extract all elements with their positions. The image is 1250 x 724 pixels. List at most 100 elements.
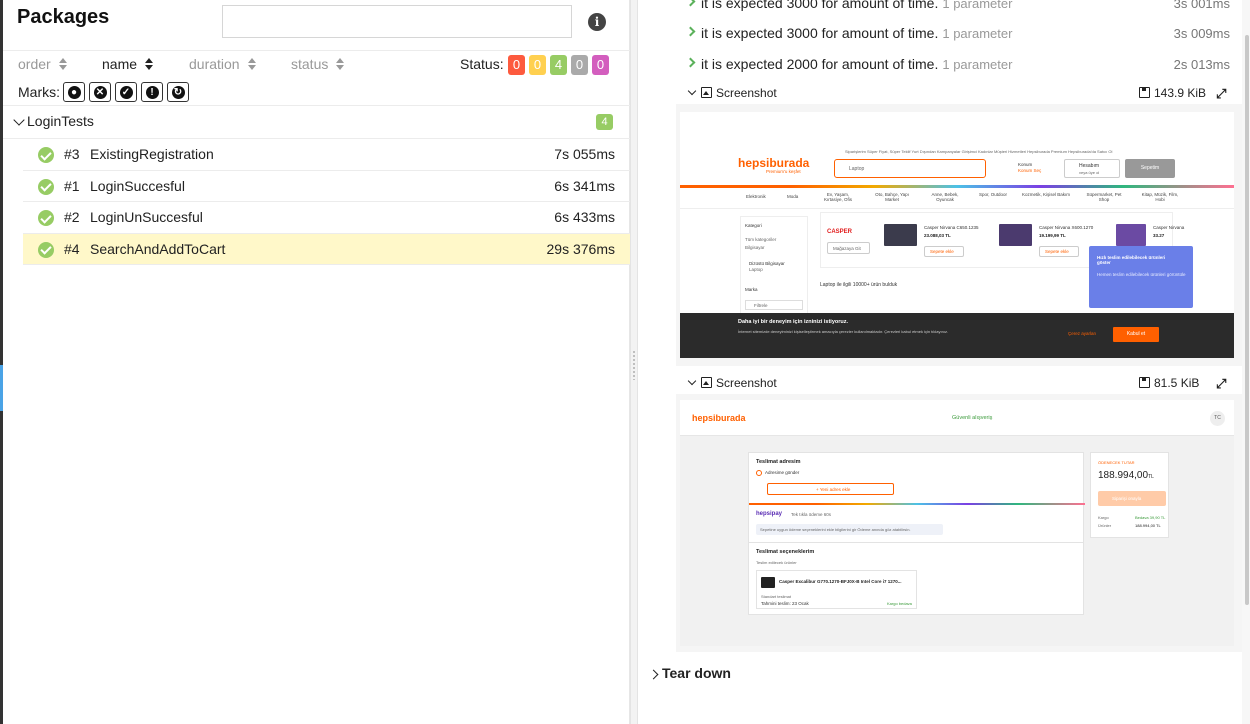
- test-name: LoginUnSuccesful: [90, 209, 203, 225]
- test-name: LoginSuccesful: [90, 177, 185, 194]
- step-row[interactable]: it is expected 3000 for amount of time. 1…: [685, 23, 1232, 43]
- page-title: Packages: [17, 6, 110, 28]
- hb-cookie-banner: Daha iyi bir deneyim için izninizi istiy…: [680, 313, 1234, 358]
- sort-order[interactable]: order: [18, 56, 68, 72]
- status-badge-unknown[interactable]: 0: [592, 55, 609, 75]
- step-name: it is expected 3000 for amount of time.: [701, 25, 939, 41]
- attachment-title: Screenshot: [716, 86, 777, 100]
- check-circle-icon: [38, 178, 54, 195]
- step-row[interactable]: it is expected 2000 for amount of time. 1…: [685, 54, 1232, 74]
- test-row[interactable]: #1 LoginSuccesful 6s 341ms: [23, 171, 630, 202]
- mark-retries-button[interactable]: ↻: [167, 82, 189, 102]
- allure-report-app: Packages i order name duration status St…: [0, 0, 1250, 724]
- chevron-right-icon: [685, 0, 696, 7]
- sort-status[interactable]: status: [291, 56, 345, 72]
- hb-filter: Kategori Tüm kategoriler Bilgisayar Dizü…: [740, 216, 808, 316]
- sort-arrows-icon: [336, 58, 345, 70]
- step-name: it is expected 2000 for amount of time.: [701, 56, 939, 72]
- refresh-icon: ↻: [171, 85, 185, 99]
- step-duration: 3s 001ms: [1173, 0, 1230, 11]
- attachment-title: Screenshot: [716, 376, 777, 390]
- attachment-size: 143.9 KiB: [1154, 86, 1207, 100]
- divider: [3, 50, 630, 51]
- hb-gradient-bar: [680, 185, 1234, 188]
- step-param: 1 parameter: [942, 0, 1013, 11]
- test-row-selected[interactable]: #4 SearchAndAddToCart 29s 376ms: [23, 233, 630, 265]
- attachment-preview: hepsiburada Güvenli alışveriş TC Teslima…: [676, 394, 1246, 652]
- hb-cart: Sepetim: [1125, 159, 1175, 178]
- scrollbar[interactable]: [1242, 0, 1250, 724]
- mark-new-failed-button[interactable]: ✕: [89, 82, 111, 102]
- test-number: #2: [64, 209, 80, 225]
- address-card: Teslimat adresim Adresime gönder + Yeni …: [748, 452, 1085, 556]
- pane-splitter[interactable]: [630, 0, 638, 724]
- image-icon: [701, 377, 712, 388]
- laptop-image: [761, 577, 775, 588]
- chevron-down-icon: [13, 114, 25, 126]
- status-label: Status:: [460, 56, 504, 72]
- mark-new-passed-button[interactable]: ✓: [115, 82, 137, 102]
- laptop-image: [1116, 224, 1146, 246]
- marks-label: Marks:: [18, 84, 60, 100]
- side-accent: [0, 365, 3, 411]
- test-name: SearchAndAddToCart: [90, 240, 226, 257]
- avatar: TC: [1210, 411, 1225, 426]
- hb-account: Hesabım veya üye ol: [1064, 159, 1120, 178]
- screenshot-image[interactable]: hepsiburada Güvenli alışveriş TC Teslima…: [680, 400, 1234, 646]
- status-badge-broken[interactable]: 0: [529, 55, 546, 75]
- attachment-header[interactable]: Screenshot 143.9 KiB ⤢: [684, 85, 1234, 105]
- sort-arrows-icon: [58, 58, 68, 70]
- step-duration: 2s 013ms: [1173, 57, 1230, 72]
- info-icon[interactable]: i: [588, 13, 606, 31]
- test-row[interactable]: #3 ExistingRegistration 7s 055ms: [23, 139, 630, 171]
- mark-flaky-button[interactable]: ●: [63, 82, 85, 102]
- screenshot-image[interactable]: Siparişlerim Süper Fiyat, Süper Teklif Y…: [680, 112, 1234, 358]
- check-circle-icon: ✓: [119, 85, 133, 99]
- test-row[interactable]: #2 LoginUnSuccesful 6s 433ms: [23, 202, 630, 234]
- test-number: #1: [64, 177, 80, 194]
- laptop-image: [999, 224, 1032, 246]
- check-circle-icon: [38, 210, 54, 226]
- status-badge-passed[interactable]: 4: [550, 55, 567, 75]
- save-icon[interactable]: [1139, 377, 1150, 388]
- check-circle-icon: [38, 147, 54, 163]
- times-circle-icon: ✕: [93, 85, 107, 99]
- test-list: #3 ExistingRegistration 7s 055ms #1 Logi…: [23, 139, 630, 265]
- hb-popup: Hızlı teslim edilebilecek ürünleri göste…: [1089, 246, 1193, 308]
- test-number: #3: [64, 146, 80, 162]
- test-name: ExistingRegistration: [90, 146, 214, 162]
- tear-down-label: Tear down: [662, 665, 731, 681]
- chevron-down-icon: [687, 86, 697, 96]
- test-duration: 7s 055ms: [554, 146, 615, 162]
- sort-name[interactable]: name: [102, 56, 154, 72]
- test-result-pane: it is expected 3000 for amount of time. 1…: [638, 0, 1250, 724]
- step-duration: 3s 009ms: [1173, 26, 1230, 41]
- mark-new-broken-button[interactable]: !: [141, 82, 163, 102]
- tree-group-logintests[interactable]: LoginTests 4: [3, 107, 630, 139]
- attachment-preview: Siparişlerim Süper Fiyat, Süper Teklif Y…: [676, 104, 1246, 366]
- delivery-card: Teslimat seçeneklerim Teslim edilecek ür…: [748, 542, 1084, 615]
- sort-duration[interactable]: duration: [189, 56, 257, 72]
- chevron-down-icon: [687, 376, 697, 386]
- scrollbar-thumb[interactable]: [1245, 35, 1249, 605]
- status-badge-skipped[interactable]: 0: [571, 55, 588, 75]
- status-badge-failed[interactable]: 0: [508, 55, 525, 75]
- step-row[interactable]: it is expected 3000 for amount of time. 1…: [685, 0, 1232, 13]
- expand-icon[interactable]: ⤢: [1216, 86, 1226, 102]
- chevron-right-icon: [685, 57, 696, 68]
- summary-card: ÖDENECEK TUTAR 188.994,00TL Siparişi ona…: [1090, 452, 1169, 538]
- packages-pane: Packages i order name duration status St…: [0, 0, 630, 724]
- attachment-header[interactable]: Screenshot 81.5 KiB ⤢: [684, 375, 1234, 395]
- group-name: LoginTests: [27, 113, 94, 129]
- sort-arrows-icon: [247, 58, 257, 70]
- expand-icon[interactable]: ⤢: [1216, 376, 1226, 392]
- test-duration: 6s 341ms: [554, 177, 615, 194]
- hb-logo: hepsiburada: [738, 156, 810, 170]
- sort-arrows-icon: [145, 58, 154, 70]
- search-input[interactable]: [222, 5, 572, 38]
- tear-down-section[interactable]: Tear down: [648, 665, 731, 681]
- hb-search: Laptop: [834, 159, 986, 178]
- step-name: it is expected 3000 for amount of time.: [701, 0, 939, 11]
- save-icon[interactable]: [1139, 87, 1150, 98]
- divider: [3, 105, 630, 106]
